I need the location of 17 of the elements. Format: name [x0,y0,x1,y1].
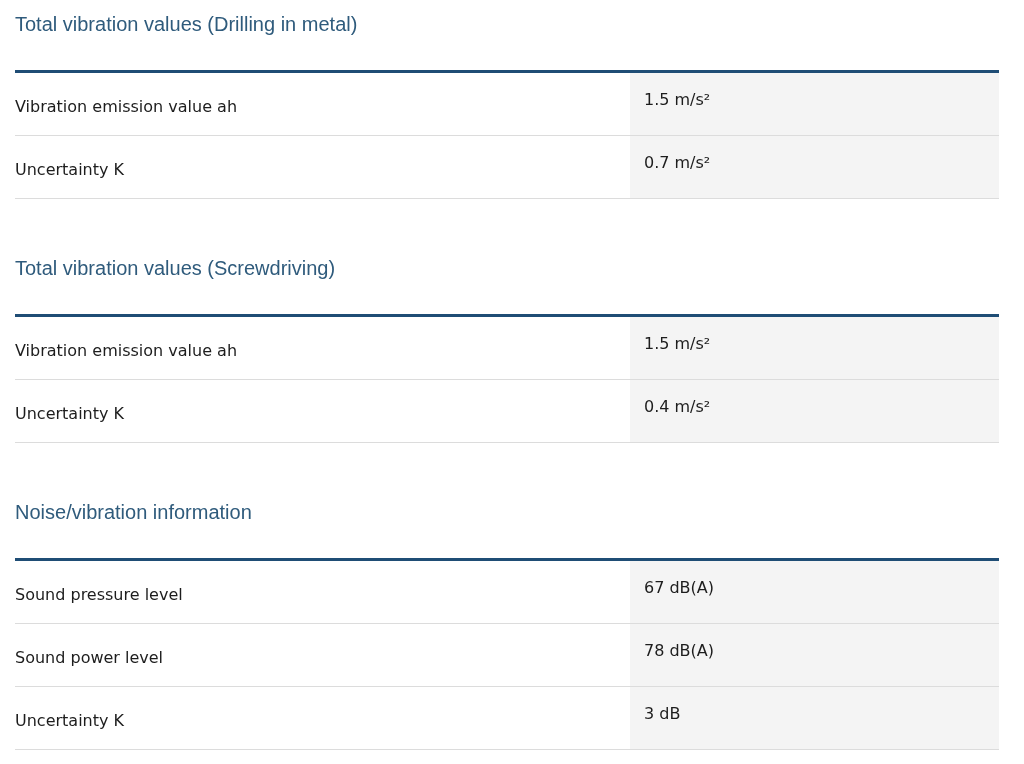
spec-value: 78 dB(A) [630,624,999,686]
spec-value: 3 dB [630,687,999,749]
section-title: Total vibration values (Drilling in metal) [15,12,359,37]
spec-label: Uncertainty K [15,709,126,732]
section-title: Total vibration values (Screwdriving) [15,256,337,281]
spec-value: 1.5 m/s² [630,73,999,135]
spec-value: 1.5 m/s² [630,317,999,379]
spec-label: Uncertainty K [15,402,126,425]
spec-value: 0.7 m/s² [630,136,999,198]
section-title: Noise/vibration information [15,500,253,525]
spec-label: Sound power level [15,646,165,669]
spec-label: Uncertainty K [15,158,126,181]
spec-label: Vibration emission value ah [15,95,239,118]
spec-value: 0.4 m/s² [630,380,999,442]
spec-value: 67 dB(A) [630,561,999,623]
spec-label: Vibration emission value ah [15,339,239,362]
spec-label: Sound pressure level [15,583,184,606]
